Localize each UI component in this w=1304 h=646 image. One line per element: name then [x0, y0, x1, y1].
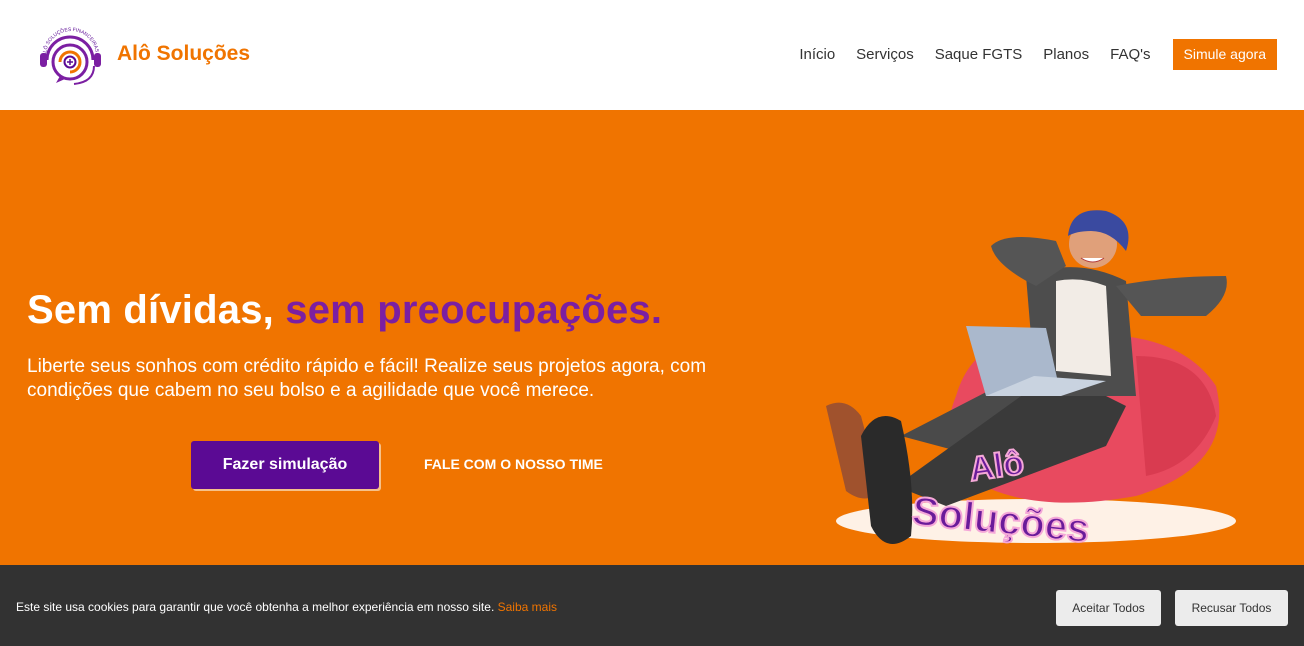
simule-agora-button[interactable]: Simule agora	[1172, 39, 1277, 70]
hero-lead: Liberte seus sonhos com crédito rápido e…	[27, 356, 707, 401]
nav-planos[interactable]: Planos	[1043, 46, 1089, 63]
nav-servicos[interactable]: Serviços	[856, 46, 914, 63]
accept-all-button[interactable]: Aceitar Todos	[1056, 590, 1161, 626]
cookie-text-container: Este site usa cookies para garantir que …	[16, 600, 557, 614]
fale-com-time-link[interactable]: FALE COM O NOSSO TIME	[424, 456, 603, 472]
logo-icon[interactable]: ALÔ SOLUÇÕES FINANCEIRAS	[36, 22, 106, 88]
refuse-all-button[interactable]: Recusar Todos	[1175, 590, 1288, 626]
nav-inicio[interactable]: Início	[799, 46, 835, 63]
site-header: ALÔ SOLUÇÕES FINANCEIRAS Alô Soluções In…	[0, 0, 1304, 110]
hero-section: Sem dívidas, sem preocupações. Liberte s…	[0, 110, 1304, 565]
main-nav: Início Serviços Saque FGTS Planos FAQ's …	[799, 39, 1277, 70]
hero-title-accent: sem preocupações.	[285, 288, 663, 332]
nav-faqs[interactable]: FAQ's	[1110, 46, 1150, 63]
hero-title: Sem dívidas, sem preocupações.	[27, 288, 662, 333]
relaxed-person-illustration: Alô Soluções	[826, 210, 1236, 553]
saiba-mais-link[interactable]: Saiba mais	[498, 600, 557, 614]
fazer-simulacao-button[interactable]: Fazer simulação	[191, 441, 379, 489]
nav-saque-fgts[interactable]: Saque FGTS	[935, 46, 1023, 63]
illustration-text-alo: Alô	[967, 444, 1027, 489]
hero-title-main: Sem dívidas,	[27, 288, 274, 332]
cookie-banner: Este site usa cookies para garantir que …	[0, 565, 1304, 646]
brand-name[interactable]: Alô Soluções	[117, 42, 250, 66]
cookie-message: Este site usa cookies para garantir que …	[16, 600, 495, 614]
